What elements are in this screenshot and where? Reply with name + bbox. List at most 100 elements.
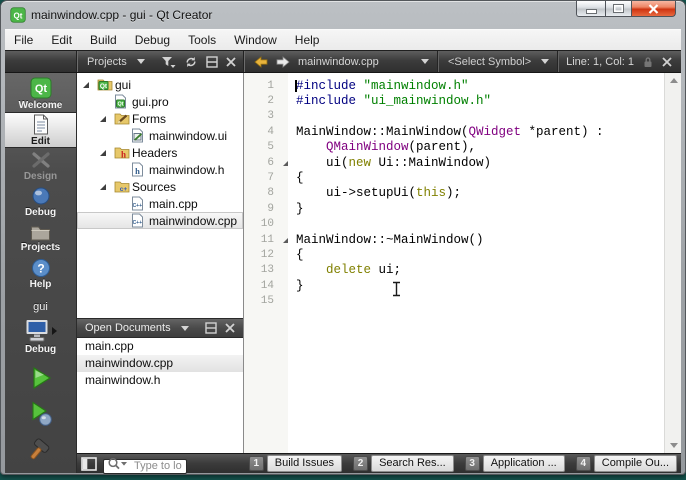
code-line-15[interactable]: 15 [244, 293, 663, 308]
close-pane-icon[interactable] [221, 323, 239, 333]
menu-edit[interactable]: Edit [42, 30, 81, 51]
output-pane-number: 2 [353, 456, 369, 471]
tree-item-gui-pro[interactable]: Qt gui.pro [77, 93, 243, 110]
pane-selector[interactable]: Projects [87, 56, 127, 68]
output-pane-number: 4 [575, 456, 591, 471]
tree-item-mainwindow-ui[interactable]: mainwindow.ui [77, 127, 243, 144]
menu-build[interactable]: Build [81, 30, 126, 51]
code-line-14[interactable]: 14} [244, 278, 663, 293]
tree-item-gui[interactable]: Qt gui [77, 76, 243, 93]
tree-item-mainwindow-cpp[interactable]: C++ mainwindow.cpp [77, 212, 243, 229]
output-pane-build-issues[interactable]: 1 Build Issues [248, 455, 343, 472]
fold-marker[interactable] [282, 232, 296, 247]
close-button[interactable] [632, 1, 676, 17]
code-line-11[interactable]: 11 MainWindow::~MainWindow() [244, 232, 663, 247]
tree-item-main-cpp[interactable]: C++ main.cpp [77, 195, 243, 212]
code-segment: #include [296, 94, 364, 109]
tree-item-headers[interactable]: h Headers [77, 144, 243, 161]
expand-arrow-icon[interactable] [83, 82, 89, 88]
tree-item-mainwindow-h[interactable]: h mainwindow.h [77, 161, 243, 178]
menu-tools[interactable]: Tools [179, 30, 225, 51]
fold-arrow-icon[interactable] [283, 160, 288, 166]
output-pane-search-res-[interactable]: 2 Search Res... [353, 455, 454, 472]
expand-arrow-icon[interactable] [100, 116, 106, 122]
mode-welcome[interactable]: Qt Welcome [5, 76, 76, 112]
search-icon[interactable] [107, 457, 129, 470]
start-debugging-button[interactable] [5, 401, 76, 427]
output-pane-label[interactable]: Compile Ou... [593, 455, 677, 472]
build-button[interactable] [5, 437, 76, 463]
menu-help[interactable]: Help [286, 30, 329, 51]
expand-arrow-icon[interactable] [100, 184, 106, 190]
tree-item-forms[interactable]: Forms [77, 110, 243, 127]
minimize-icon [585, 8, 597, 14]
open-documents-list: main.cpp mainwindow.cpp mainwindow.h [77, 338, 243, 453]
code-line-3[interactable]: 3 [244, 109, 663, 124]
mode-projects[interactable]: Projects [5, 220, 76, 256]
scroll-down-icon[interactable] [670, 443, 678, 448]
mode-edit[interactable]: Edit [5, 112, 76, 148]
open-document-main-cpp[interactable]: main.cpp [77, 338, 243, 355]
toggle-sidebar-icon [81, 456, 97, 471]
chevron-down-icon[interactable] [133, 59, 149, 64]
code-line-2[interactable]: 2 #include "ui_mainwindow.h" [244, 93, 663, 108]
chevron-down-icon[interactable] [177, 325, 193, 331]
minimize-button[interactable] [576, 1, 605, 17]
tree-item-label: Headers [132, 146, 178, 160]
fold-arrow-icon[interactable] [283, 237, 288, 243]
output-pane-label[interactable]: Build Issues [266, 455, 343, 472]
chevron-down-icon[interactable] [537, 59, 553, 64]
go-back-icon[interactable] [250, 55, 272, 68]
toggle-sidebar-button[interactable] [81, 456, 97, 471]
output-pane-compile-ou-[interactable]: 4 Compile Ou... [575, 455, 677, 472]
expand-arrow-icon[interactable] [100, 150, 106, 156]
editor-scrollbar[interactable] [664, 73, 681, 453]
code-line-12[interactable]: 12 { [244, 247, 663, 262]
split-icon[interactable] [202, 55, 222, 68]
fold-column [282, 186, 296, 201]
sync-icon[interactable] [180, 56, 202, 68]
code-line-5[interactable]: 5 QMainWindow(parent), [244, 140, 663, 155]
menu-file[interactable]: File [5, 30, 42, 51]
code-line-1[interactable]: 1 #include "mainwindow.h" [244, 78, 663, 93]
scroll-up-icon[interactable] [670, 78, 678, 83]
filter-icon[interactable] [157, 56, 180, 68]
open-file-dropdown[interactable]: mainwindow.cpp [298, 56, 379, 68]
output-pane-application-[interactable]: 3 Application ... [464, 455, 565, 472]
code-line-8[interactable]: 8 ui->setupUi(this); [244, 186, 663, 201]
fold-marker[interactable] [282, 155, 296, 170]
output-pane-label[interactable]: Search Res... [371, 455, 454, 472]
close-editor-icon[interactable] [658, 56, 676, 67]
code-line-4[interactable]: 4 MainWindow::MainWindow(QWidget *parent)… [244, 124, 663, 139]
open-document-mainwindow-h[interactable]: mainwindow.h [77, 372, 243, 389]
maximize-button[interactable] [605, 1, 632, 17]
split-icon[interactable] [201, 322, 221, 334]
code-segment: { [296, 171, 304, 186]
code-line-6[interactable]: 6 ui(new Ui::MainWindow) [244, 155, 663, 170]
go-forward-icon[interactable] [272, 55, 294, 68]
open-document-mainwindow-cpp[interactable]: mainwindow.cpp [77, 355, 243, 372]
code-line-7[interactable]: 7{ [244, 170, 663, 185]
fold-column [282, 78, 296, 93]
tree-item-sources[interactable]: c+ Sources [77, 178, 243, 195]
symbol-selector-dropdown[interactable]: <Select Symbol> [448, 56, 531, 68]
code-text: QMainWindow(parent), [296, 140, 476, 154]
mode-debug[interactable]: Debug [5, 184, 76, 220]
run-button[interactable] [5, 365, 76, 391]
output-pane-label[interactable]: Application ... [482, 455, 565, 472]
code-line-9[interactable]: 9} [244, 201, 663, 216]
code-segment: Ui::MainWindow) [371, 155, 492, 170]
line-number: 4 [267, 125, 274, 138]
chevron-down-icon[interactable] [417, 59, 433, 64]
code-line-13[interactable]: 13 delete ui; [244, 263, 663, 278]
code-editor[interactable]: 1 #include "mainwindow.h" 2 #include "ui_ma… [244, 73, 681, 453]
menu-window[interactable]: Window [225, 30, 286, 51]
mode-help[interactable]: ? Help [5, 256, 76, 292]
menu-debug[interactable]: Debug [126, 30, 179, 51]
line-number: 15 [260, 295, 274, 308]
code-line-10[interactable]: 10 [244, 217, 663, 232]
build-target-selector[interactable]: Debug [5, 318, 76, 355]
open-documents-title[interactable]: Open Documents [85, 322, 171, 334]
close-pane-icon[interactable] [222, 56, 240, 67]
